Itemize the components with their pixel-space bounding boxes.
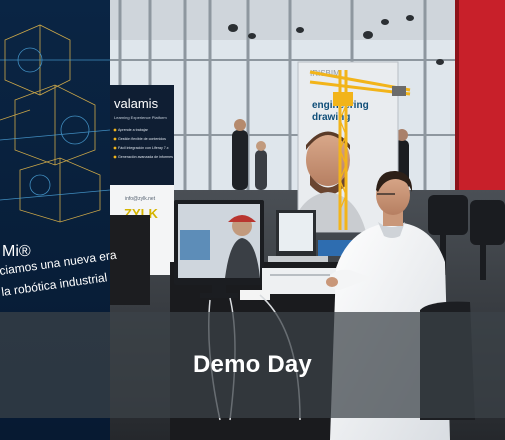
left-banner-mark: Mi® xyxy=(2,243,31,260)
red-wall xyxy=(455,0,505,200)
center-bullet-1: Aprende a trabajar xyxy=(118,128,149,132)
valamis-tagline: Learning Experience Platform xyxy=(114,115,167,120)
caption-overlay: Demo Day xyxy=(0,312,505,418)
center-bullet-4: Generación avanzada de informes xyxy=(118,155,173,159)
caption-title: Demo Day xyxy=(193,351,312,378)
valamis-logo: valamis xyxy=(114,96,159,111)
center-contact: info@zylk.net xyxy=(125,196,156,202)
monitor-large xyxy=(174,200,264,298)
center-bullet-3: Fácil integración con Liferay 7.x xyxy=(118,146,169,150)
center-bullet-2: Gestión flexible de contenidos xyxy=(118,137,166,141)
photo-card[interactable]: IRISBIM engineering drawing xyxy=(0,0,505,440)
